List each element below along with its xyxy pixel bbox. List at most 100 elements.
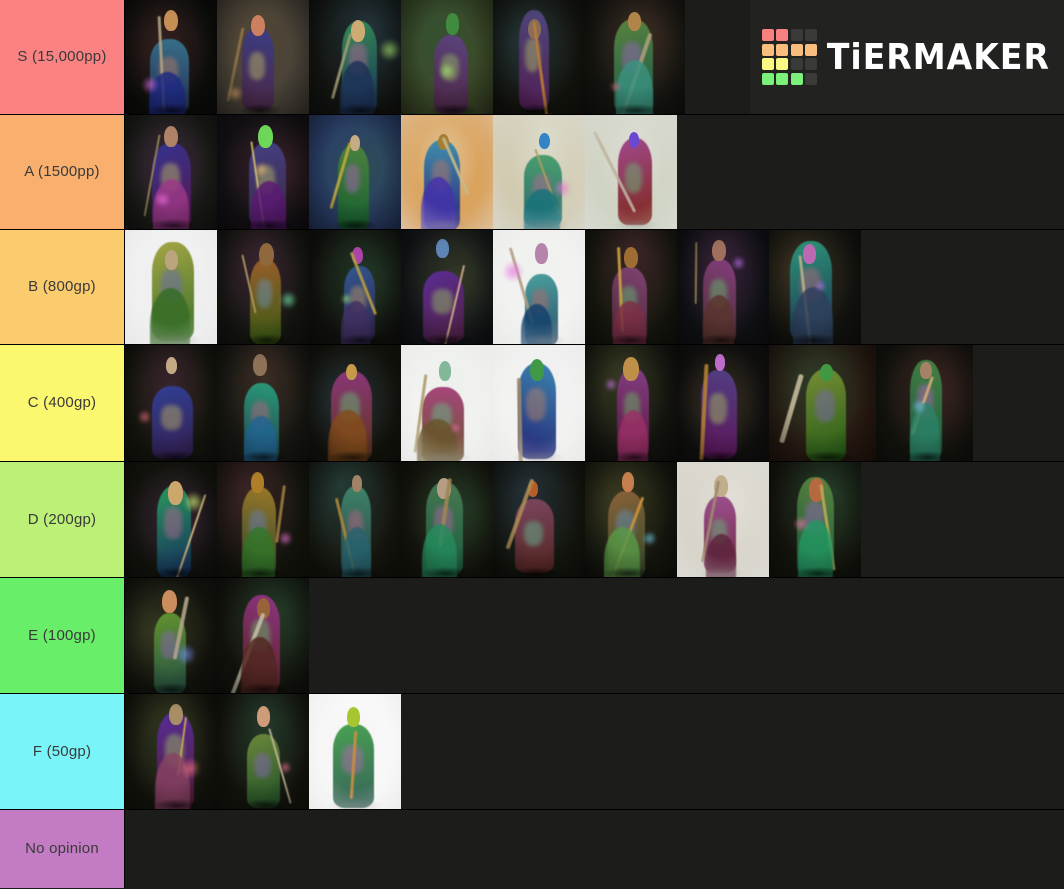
- logo-swatch-12: [761, 72, 774, 85]
- tier-label-no-opinion[interactable]: No opinion: [0, 810, 125, 888]
- tier-item-halfling-bard[interactable]: [309, 462, 401, 577]
- logo-swatch-6: [790, 43, 803, 56]
- tier-items-b[interactable]: [125, 230, 1064, 344]
- tier-item-water-genasi-bard[interactable]: [677, 230, 769, 344]
- tier-label-c[interactable]: C (400gp): [0, 345, 125, 461]
- tier-item-satyr-forest[interactable]: [401, 0, 493, 114]
- tier-items-d[interactable]: [125, 462, 1064, 577]
- tier-item-triton-yellow-robes[interactable]: [217, 230, 309, 344]
- tier-item-half-orc-ranger[interactable]: [401, 345, 493, 461]
- character-art: [585, 462, 677, 577]
- tier-item-aasimar-cleric[interactable]: [585, 345, 677, 461]
- character-art: [217, 578, 309, 693]
- character-art: [493, 0, 585, 114]
- tier-row-f: F (50gp): [0, 694, 1064, 810]
- character-art: [876, 345, 973, 461]
- tier-label-s[interactable]: S (15,000pp): [0, 0, 125, 114]
- tier-label-e[interactable]: E (100gp): [0, 578, 125, 693]
- tier-item-aasimar-winged-knight[interactable]: [125, 115, 217, 229]
- tier-item-aarakocra-pink[interactable]: [769, 230, 861, 344]
- logo-swatch-1: [776, 29, 789, 42]
- tier-item-wood-elf-archer[interactable]: [217, 462, 309, 577]
- tier-item-githyanki-psion[interactable]: [401, 115, 493, 229]
- logo-swatch-7: [805, 43, 818, 56]
- character-art: [585, 230, 677, 344]
- character-art: [217, 230, 309, 344]
- tier-item-minotaur-charging[interactable]: [769, 345, 876, 461]
- character-art: [677, 345, 769, 461]
- character-art: [309, 230, 401, 344]
- tier-item-warforged-sentinel[interactable]: [125, 578, 217, 693]
- tier-items-f[interactable]: [125, 694, 1064, 809]
- tier-item-goliath-staff[interactable]: [309, 345, 401, 461]
- logo-swatch-14: [790, 72, 803, 85]
- logo-swatch-9: [776, 58, 789, 71]
- tier-item-eladrin-violet-gown[interactable]: [493, 0, 585, 114]
- tier-item-lizardfolk-warrior[interactable]: [493, 462, 585, 577]
- tier-item-blue-dragonborn[interactable]: [309, 115, 401, 229]
- character-art: [401, 462, 493, 577]
- tier-item-human-commoner[interactable]: [401, 462, 493, 577]
- tier-item-kenku-thief[interactable]: [493, 230, 585, 344]
- tier-item-goblin-family[interactable]: [217, 578, 309, 693]
- tier-item-human-paladin-hammer[interactable]: [217, 345, 309, 461]
- tiermaker-logo[interactable]: TiERMAKER: [750, 0, 1064, 114]
- character-art: [493, 345, 585, 461]
- character-art: [401, 345, 493, 461]
- tier-item-centaur[interactable]: [585, 115, 677, 229]
- tier-label-d[interactable]: D (200gp): [0, 462, 125, 577]
- tier-item-bugbear-club[interactable]: [876, 345, 973, 461]
- tier-item-hunter-with-dog[interactable]: [769, 462, 861, 577]
- logo-swatch-10: [790, 58, 803, 71]
- tier-item-hobgoblin-axe[interactable]: [217, 694, 309, 809]
- tiermaker-logo-grid: [761, 29, 818, 85]
- tiermaker-logo-text: TiERMAKER: [827, 36, 1051, 78]
- logo-swatch-13: [776, 72, 789, 85]
- logo-swatch-8: [761, 58, 774, 71]
- character-art: [217, 0, 309, 114]
- character-art: [585, 345, 677, 461]
- character-art: [309, 462, 401, 577]
- tier-item-half-elf-hammer[interactable]: [677, 345, 769, 461]
- tier-item-changeling-portrait[interactable]: [125, 0, 217, 114]
- tier-items-a[interactable]: [125, 115, 1064, 229]
- tier-item-firbolg-staff[interactable]: [125, 230, 217, 344]
- character-art: [125, 115, 217, 229]
- character-art: [769, 345, 876, 461]
- character-art: [585, 0, 685, 114]
- tier-item-tabaxi-spear[interactable]: [677, 462, 769, 577]
- tier-item-orc-druid[interactable]: [493, 345, 585, 461]
- tier-items-c[interactable]: [125, 345, 1064, 461]
- character-art: [309, 0, 401, 114]
- tier-label-f[interactable]: F (50gp): [0, 694, 125, 809]
- tier-item-hobgoblin-crossbow[interactable]: [585, 230, 677, 344]
- tier-item-kobold-sorcerer[interactable]: [125, 694, 217, 809]
- tier-item-yuan-ti-cloaked[interactable]: [585, 462, 677, 577]
- tier-row-no-opinion: No opinion: [0, 810, 1064, 888]
- character-art: [125, 345, 217, 461]
- tier-item-owlin-winged[interactable]: [125, 345, 217, 461]
- tier-label-a[interactable]: A (1500pp): [0, 115, 125, 229]
- tier-row-d: D (200gp): [0, 462, 1064, 578]
- tier-item-leonin-warrior[interactable]: [493, 115, 585, 229]
- character-art: [677, 230, 769, 344]
- character-art: [401, 230, 493, 344]
- tier-item-kobold-red[interactable]: [309, 694, 401, 809]
- character-art: [217, 462, 309, 577]
- tier-items-e[interactable]: [125, 578, 1064, 693]
- tier-label-b[interactable]: B (800gp): [0, 230, 125, 344]
- tier-item-warforged-knight[interactable]: [309, 0, 401, 114]
- logo-swatch-11: [805, 58, 818, 71]
- tier-item-githzerai-monk[interactable]: [401, 230, 493, 344]
- tier-items-no-opinion[interactable]: [125, 810, 1064, 888]
- character-art: [309, 694, 401, 809]
- logo-swatch-5: [776, 43, 789, 56]
- tier-item-tiefling-sorceress[interactable]: [217, 115, 309, 229]
- tier-item-shifter-flasher[interactable]: [217, 0, 309, 114]
- character-art: [401, 115, 493, 229]
- character-art: [493, 115, 585, 229]
- tier-item-dwarf-ranger[interactable]: [309, 230, 401, 344]
- tier-item-vampire-moonlight[interactable]: [585, 0, 685, 114]
- logo-swatch-4: [761, 43, 774, 56]
- tier-item-drow-scimitar[interactable]: [125, 462, 217, 577]
